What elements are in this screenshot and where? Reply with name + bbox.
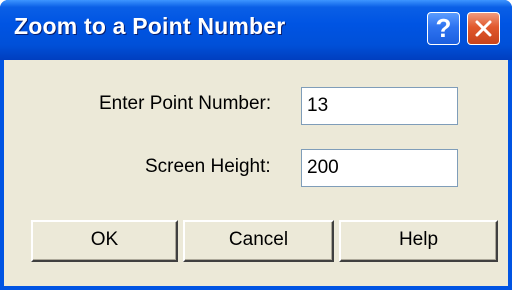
screen-height-input[interactable] bbox=[301, 149, 458, 187]
close-icon bbox=[475, 20, 492, 37]
title-help-button[interactable]: ? bbox=[427, 12, 460, 45]
dialog-title: Zoom to a Point Number bbox=[14, 13, 286, 39]
dialog-body: Enter Point Number: Screen Height: OK Ca… bbox=[4, 60, 508, 286]
cancel-button[interactable]: Cancel bbox=[183, 220, 334, 262]
help-button[interactable]: Help bbox=[339, 220, 498, 262]
dialog-window: Zoom to a Point Number ? Enter Point Num… bbox=[0, 0, 512, 290]
screen-height-label: Screen Height: bbox=[145, 156, 271, 177]
title-close-button[interactable] bbox=[467, 12, 500, 45]
question-mark-icon: ? bbox=[435, 13, 452, 43]
ok-button[interactable]: OK bbox=[31, 220, 178, 262]
point-number-label: Enter Point Number: bbox=[99, 93, 272, 114]
point-number-input[interactable] bbox=[301, 87, 458, 125]
title-bar[interactable]: Zoom to a Point Number ? bbox=[0, 0, 512, 60]
